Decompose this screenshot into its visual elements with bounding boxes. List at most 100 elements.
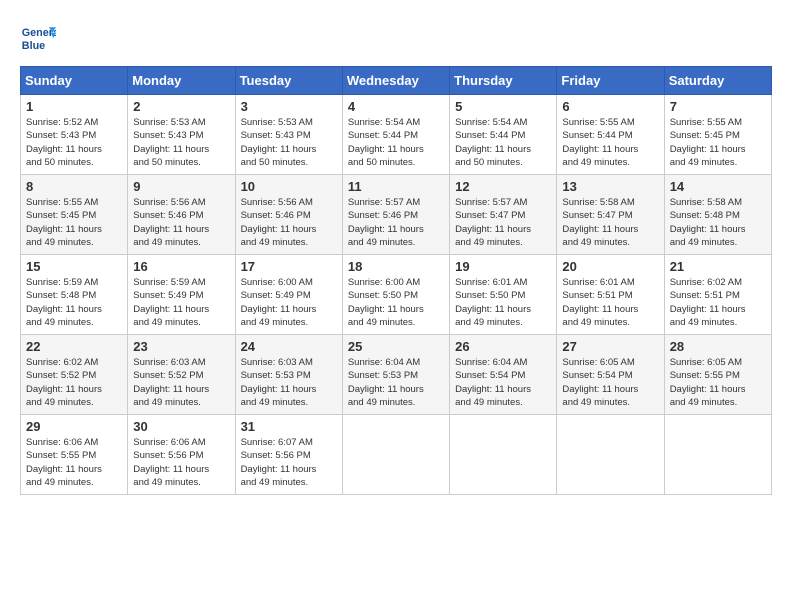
calendar-cell	[342, 415, 449, 495]
day-info: Sunrise: 6:00 AMSunset: 5:49 PMDaylight:…	[241, 277, 317, 328]
day-number: 19	[455, 259, 551, 274]
day-info: Sunrise: 5:55 AMSunset: 5:45 PMDaylight:…	[670, 117, 746, 168]
calendar-cell: 18 Sunrise: 6:00 AMSunset: 5:50 PMDaylig…	[342, 255, 449, 335]
week-row-1: 1 Sunrise: 5:52 AMSunset: 5:43 PMDayligh…	[21, 95, 772, 175]
day-info: Sunrise: 5:59 AMSunset: 5:49 PMDaylight:…	[133, 277, 209, 328]
day-number: 29	[26, 419, 122, 434]
day-number: 18	[348, 259, 444, 274]
day-info: Sunrise: 6:06 AMSunset: 5:56 PMDaylight:…	[133, 437, 209, 488]
calendar-cell: 27 Sunrise: 6:05 AMSunset: 5:54 PMDaylig…	[557, 335, 664, 415]
day-info: Sunrise: 5:59 AMSunset: 5:48 PMDaylight:…	[26, 277, 102, 328]
calendar-cell: 26 Sunrise: 6:04 AMSunset: 5:54 PMDaylig…	[450, 335, 557, 415]
day-number: 26	[455, 339, 551, 354]
calendar-cell: 10 Sunrise: 5:56 AMSunset: 5:46 PMDaylig…	[235, 175, 342, 255]
day-number: 20	[562, 259, 658, 274]
header: General Blue	[20, 20, 772, 56]
day-number: 21	[670, 259, 766, 274]
day-info: Sunrise: 5:53 AMSunset: 5:43 PMDaylight:…	[133, 117, 209, 168]
day-info: Sunrise: 5:54 AMSunset: 5:44 PMDaylight:…	[348, 117, 424, 168]
calendar-cell: 5 Sunrise: 5:54 AMSunset: 5:44 PMDayligh…	[450, 95, 557, 175]
day-number: 3	[241, 99, 337, 114]
header-day-tuesday: Tuesday	[235, 67, 342, 95]
day-number: 6	[562, 99, 658, 114]
day-info: Sunrise: 6:03 AMSunset: 5:52 PMDaylight:…	[133, 357, 209, 408]
day-number: 13	[562, 179, 658, 194]
calendar-cell: 28 Sunrise: 6:05 AMSunset: 5:55 PMDaylig…	[664, 335, 771, 415]
day-number: 27	[562, 339, 658, 354]
calendar-cell: 17 Sunrise: 6:00 AMSunset: 5:49 PMDaylig…	[235, 255, 342, 335]
calendar-cell: 12 Sunrise: 5:57 AMSunset: 5:47 PMDaylig…	[450, 175, 557, 255]
day-info: Sunrise: 6:01 AMSunset: 5:51 PMDaylight:…	[562, 277, 638, 328]
day-number: 24	[241, 339, 337, 354]
day-number: 17	[241, 259, 337, 274]
day-info: Sunrise: 5:57 AMSunset: 5:47 PMDaylight:…	[455, 197, 531, 248]
calendar-cell	[450, 415, 557, 495]
week-row-2: 8 Sunrise: 5:55 AMSunset: 5:45 PMDayligh…	[21, 175, 772, 255]
calendar-table: SundayMondayTuesdayWednesdayThursdayFrid…	[20, 66, 772, 495]
day-info: Sunrise: 6:05 AMSunset: 5:55 PMDaylight:…	[670, 357, 746, 408]
calendar-cell: 15 Sunrise: 5:59 AMSunset: 5:48 PMDaylig…	[21, 255, 128, 335]
day-number: 22	[26, 339, 122, 354]
day-number: 28	[670, 339, 766, 354]
week-row-4: 22 Sunrise: 6:02 AMSunset: 5:52 PMDaylig…	[21, 335, 772, 415]
calendar-cell: 8 Sunrise: 5:55 AMSunset: 5:45 PMDayligh…	[21, 175, 128, 255]
calendar-cell: 19 Sunrise: 6:01 AMSunset: 5:50 PMDaylig…	[450, 255, 557, 335]
header-day-thursday: Thursday	[450, 67, 557, 95]
day-number: 9	[133, 179, 229, 194]
day-info: Sunrise: 6:03 AMSunset: 5:53 PMDaylight:…	[241, 357, 317, 408]
day-number: 31	[241, 419, 337, 434]
day-number: 7	[670, 99, 766, 114]
calendar-cell: 4 Sunrise: 5:54 AMSunset: 5:44 PMDayligh…	[342, 95, 449, 175]
day-number: 23	[133, 339, 229, 354]
day-number: 30	[133, 419, 229, 434]
week-row-3: 15 Sunrise: 5:59 AMSunset: 5:48 PMDaylig…	[21, 255, 772, 335]
calendar-cell	[557, 415, 664, 495]
day-info: Sunrise: 5:52 AMSunset: 5:43 PMDaylight:…	[26, 117, 102, 168]
logo: General Blue	[20, 20, 56, 56]
header-day-sunday: Sunday	[21, 67, 128, 95]
calendar-cell: 6 Sunrise: 5:55 AMSunset: 5:44 PMDayligh…	[557, 95, 664, 175]
calendar-cell	[664, 415, 771, 495]
calendar-cell: 3 Sunrise: 5:53 AMSunset: 5:43 PMDayligh…	[235, 95, 342, 175]
day-number: 1	[26, 99, 122, 114]
day-number: 15	[26, 259, 122, 274]
header-row: SundayMondayTuesdayWednesdayThursdayFrid…	[21, 67, 772, 95]
calendar-cell: 31 Sunrise: 6:07 AMSunset: 5:56 PMDaylig…	[235, 415, 342, 495]
day-number: 10	[241, 179, 337, 194]
day-info: Sunrise: 6:04 AMSunset: 5:54 PMDaylight:…	[455, 357, 531, 408]
day-info: Sunrise: 6:02 AMSunset: 5:51 PMDaylight:…	[670, 277, 746, 328]
calendar-cell: 29 Sunrise: 6:06 AMSunset: 5:55 PMDaylig…	[21, 415, 128, 495]
header-day-friday: Friday	[557, 67, 664, 95]
week-row-5: 29 Sunrise: 6:06 AMSunset: 5:55 PMDaylig…	[21, 415, 772, 495]
header-day-saturday: Saturday	[664, 67, 771, 95]
calendar-cell: 20 Sunrise: 6:01 AMSunset: 5:51 PMDaylig…	[557, 255, 664, 335]
header-day-wednesday: Wednesday	[342, 67, 449, 95]
day-number: 2	[133, 99, 229, 114]
calendar-cell: 25 Sunrise: 6:04 AMSunset: 5:53 PMDaylig…	[342, 335, 449, 415]
day-info: Sunrise: 5:56 AMSunset: 5:46 PMDaylight:…	[133, 197, 209, 248]
day-number: 25	[348, 339, 444, 354]
calendar-cell: 21 Sunrise: 6:02 AMSunset: 5:51 PMDaylig…	[664, 255, 771, 335]
header-day-monday: Monday	[128, 67, 235, 95]
day-info: Sunrise: 6:04 AMSunset: 5:53 PMDaylight:…	[348, 357, 424, 408]
calendar-cell: 13 Sunrise: 5:58 AMSunset: 5:47 PMDaylig…	[557, 175, 664, 255]
logo-icon: General Blue	[20, 20, 56, 56]
day-info: Sunrise: 5:56 AMSunset: 5:46 PMDaylight:…	[241, 197, 317, 248]
calendar-cell: 16 Sunrise: 5:59 AMSunset: 5:49 PMDaylig…	[128, 255, 235, 335]
svg-text:Blue: Blue	[22, 40, 45, 52]
day-number: 14	[670, 179, 766, 194]
day-number: 8	[26, 179, 122, 194]
day-info: Sunrise: 6:07 AMSunset: 5:56 PMDaylight:…	[241, 437, 317, 488]
day-info: Sunrise: 6:01 AMSunset: 5:50 PMDaylight:…	[455, 277, 531, 328]
calendar-cell: 30 Sunrise: 6:06 AMSunset: 5:56 PMDaylig…	[128, 415, 235, 495]
calendar-cell: 11 Sunrise: 5:57 AMSunset: 5:46 PMDaylig…	[342, 175, 449, 255]
day-info: Sunrise: 6:02 AMSunset: 5:52 PMDaylight:…	[26, 357, 102, 408]
day-number: 5	[455, 99, 551, 114]
day-info: Sunrise: 5:53 AMSunset: 5:43 PMDaylight:…	[241, 117, 317, 168]
day-number: 11	[348, 179, 444, 194]
day-number: 4	[348, 99, 444, 114]
calendar-cell: 9 Sunrise: 5:56 AMSunset: 5:46 PMDayligh…	[128, 175, 235, 255]
day-info: Sunrise: 5:58 AMSunset: 5:47 PMDaylight:…	[562, 197, 638, 248]
calendar-cell: 24 Sunrise: 6:03 AMSunset: 5:53 PMDaylig…	[235, 335, 342, 415]
day-number: 12	[455, 179, 551, 194]
